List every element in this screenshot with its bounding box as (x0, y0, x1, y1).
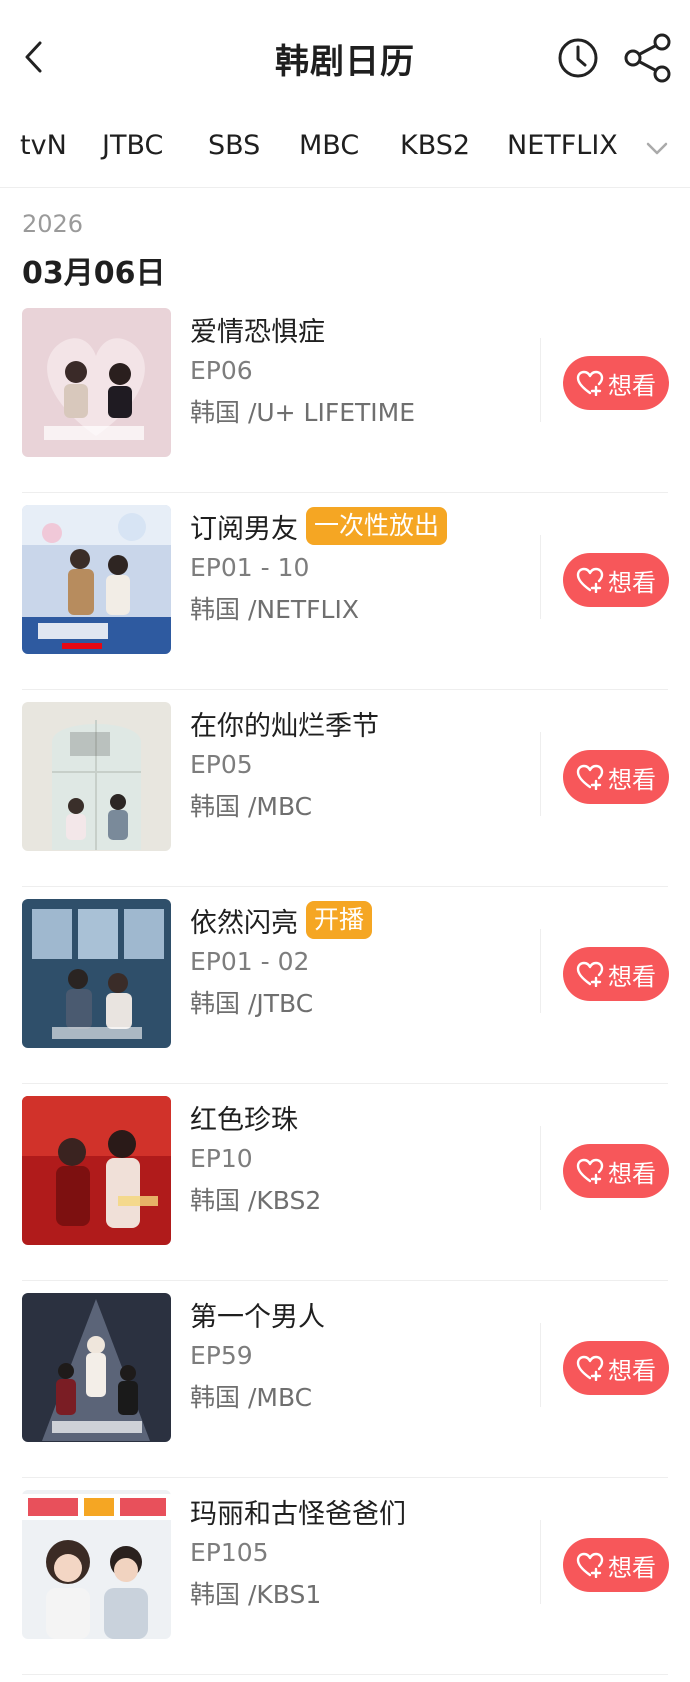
date-heading: 03月06日 (22, 256, 166, 291)
show-title: 红色珍珠 (190, 1104, 298, 1136)
vertical-divider (540, 732, 541, 816)
history-button[interactable] (556, 36, 600, 80)
want-to-watch-button[interactable]: 想看 (563, 947, 669, 1001)
show-poster[interactable] (22, 1293, 171, 1442)
heart-plus-icon (576, 567, 604, 593)
want-to-watch-label: 想看 (608, 1159, 656, 1188)
show-title-row[interactable]: 在你的灿烂季节 (190, 704, 379, 742)
show-title-row[interactable]: 依然闪亮 开播 (190, 901, 373, 939)
show-poster[interactable] (22, 702, 171, 851)
episode-label: EP01 - 02 (190, 947, 310, 976)
show-item[interactable]: 红色珍珠 EP10 韩国 /KBS2 想看 (0, 1084, 690, 1281)
show-title: 玛丽和古怪爸爸们 (190, 1498, 406, 1530)
want-to-watch-label: 想看 (608, 962, 656, 991)
show-title-row[interactable]: 红色珍珠 (190, 1098, 298, 1136)
heart-plus-icon (576, 1552, 604, 1578)
tab-jtbc[interactable]: JTBC (102, 130, 163, 161)
channel-label: 韩国 /MBC (190, 1383, 313, 1412)
heart-plus-icon (576, 1355, 604, 1381)
share-icon (624, 33, 671, 83)
tab-netflix[interactable]: NETFLIX (507, 130, 618, 161)
show-poster[interactable] (22, 505, 171, 654)
year-label: 2026 (22, 210, 84, 238)
want-to-watch-label: 想看 (608, 371, 656, 400)
show-item[interactable]: 爱情恐惧症 EP06 韩国 /U+ LIFETIME 想看 (0, 296, 690, 493)
release-badge: 开播 (306, 901, 373, 939)
heart-plus-icon (576, 370, 604, 396)
episode-label: EP105 (190, 1538, 269, 1567)
episode-label: EP10 (190, 1144, 253, 1173)
vertical-divider (540, 338, 541, 422)
chevron-down-icon (646, 142, 668, 155)
vertical-divider (540, 929, 541, 1013)
tab-sbs[interactable]: SBS (208, 130, 260, 161)
show-poster[interactable] (22, 1096, 171, 1245)
show-title: 第一个男人 (190, 1301, 325, 1333)
show-title-row[interactable]: 第一个男人 (190, 1295, 325, 1333)
heart-plus-icon (576, 764, 604, 790)
want-to-watch-button[interactable]: 想看 (563, 356, 669, 410)
show-item[interactable]: 在你的灿烂季节 EP05 韩国 /MBC 想看 (0, 690, 690, 887)
want-to-watch-label: 想看 (608, 1553, 656, 1582)
show-title-row[interactable]: 玛丽和古怪爸爸们 (190, 1492, 406, 1530)
episode-label: EP06 (190, 356, 253, 385)
vertical-divider (540, 1520, 541, 1604)
channel-label: 韩国 /JTBC (190, 989, 314, 1018)
want-to-watch-label: 想看 (608, 765, 656, 794)
channel-label: 韩国 /KBS1 (190, 1580, 322, 1609)
release-badge: 一次性放出 (306, 507, 448, 545)
show-title: 在你的灿烂季节 (190, 710, 379, 742)
clock-icon (558, 38, 598, 78)
episode-label: EP59 (190, 1341, 253, 1370)
share-button[interactable] (622, 32, 674, 84)
show-poster[interactable] (22, 308, 171, 457)
show-item[interactable]: 依然闪亮 开播 EP01 - 02 韩国 /JTBC 想看 (0, 887, 690, 1084)
want-to-watch-label: 想看 (608, 1356, 656, 1385)
want-to-watch-button[interactable]: 想看 (563, 553, 669, 607)
tab-mbc[interactable]: MBC (299, 130, 359, 161)
channel-label: 韩国 /MBC (190, 792, 313, 821)
show-item[interactable]: 订阅男友 一次性放出 EP01 - 10 韩国 /NETFLIX 想看 (0, 493, 690, 690)
want-to-watch-button[interactable]: 想看 (563, 750, 669, 804)
show-poster[interactable] (22, 899, 171, 1048)
want-to-watch-button[interactable]: 想看 (563, 1144, 669, 1198)
tab-tvn[interactable]: tvN (20, 130, 67, 161)
more-tabs-button[interactable] (640, 134, 676, 164)
vertical-divider (540, 1126, 541, 1210)
heart-plus-icon (576, 961, 604, 987)
top-bar: 韩剧日历 (0, 0, 690, 112)
show-title: 爱情恐惧症 (190, 316, 325, 348)
heart-plus-icon (576, 1158, 604, 1184)
want-to-watch-label: 想看 (608, 568, 656, 597)
show-title: 订阅男友 (190, 513, 298, 545)
episode-label: EP01 - 10 (190, 553, 310, 582)
show-title-row[interactable]: 爱情恐惧症 (190, 310, 325, 348)
vertical-divider (540, 1323, 541, 1407)
show-title-row[interactable]: 订阅男友 一次性放出 (190, 507, 448, 545)
show-poster[interactable] (22, 1490, 171, 1639)
want-to-watch-button[interactable]: 想看 (563, 1538, 669, 1592)
channel-tabs: tvN JTBC SBS MBC KBS2 NETFLIX (0, 112, 690, 188)
channel-label: 韩国 /NETFLIX (190, 595, 359, 624)
vertical-divider (540, 535, 541, 619)
episode-label: EP05 (190, 750, 253, 779)
want-to-watch-button[interactable]: 想看 (563, 1341, 669, 1395)
show-item[interactable]: 第一个男人 EP59 韩国 /MBC 想看 (0, 1281, 690, 1478)
row-divider (22, 1674, 668, 1675)
show-item[interactable]: 玛丽和古怪爸爸们 EP105 韩国 /KBS1 想看 (0, 1478, 690, 1675)
tab-kbs2[interactable]: KBS2 (400, 130, 470, 161)
channel-label: 韩国 /KBS2 (190, 1186, 322, 1215)
show-title: 依然闪亮 (190, 907, 298, 939)
korean-drama-calendar-page: 韩剧日历 tvN JTBC SBS MBC KBS2 NETFLIX 2026 … (0, 0, 690, 1682)
channel-label: 韩国 /U+ LIFETIME (190, 398, 416, 427)
